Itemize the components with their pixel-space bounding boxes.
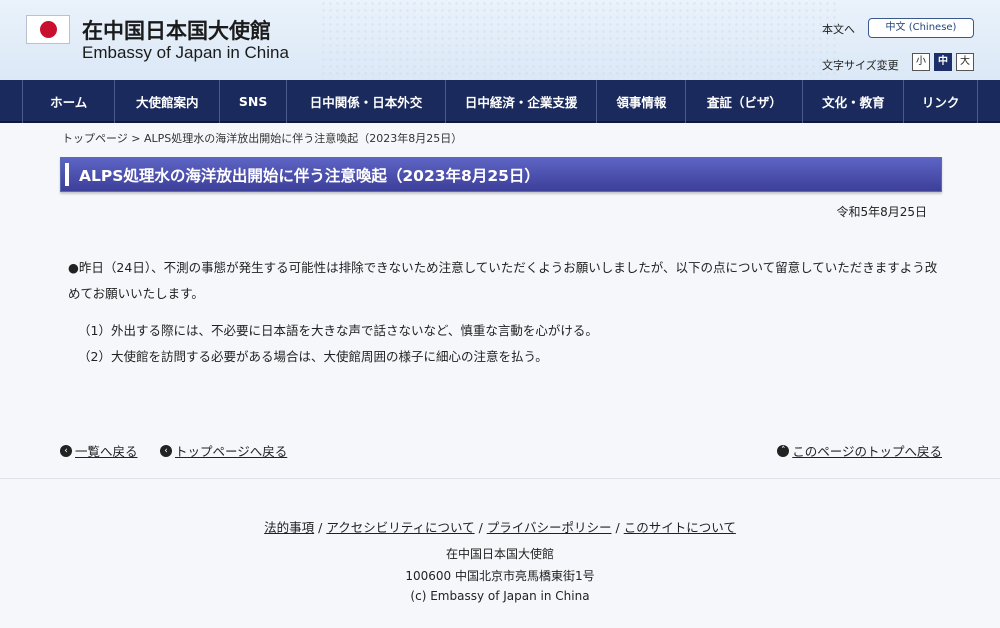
global-nav: ホーム 大使館案内 SNS 日中関係・日本外交 日中経済・企業支援 領事情報 査…	[0, 80, 1000, 123]
notice-list: （1）外出する際には、不必要に日本語を大きな声で話さないなど、慎重な言動を心がけ…	[78, 318, 598, 370]
page-title: ALPS処理水の海洋放出開始に伴う注意喚起（2023年8月25日）	[79, 167, 540, 185]
list-item: （1）外出する際には、不必要に日本語を大きな声で話さないなど、慎重な言動を心がけ…	[78, 323, 598, 338]
breadcrumb-home-link[interactable]: トップページ	[62, 132, 128, 145]
footer-link-about-site[interactable]: このサイトについて	[624, 520, 736, 535]
footer-link-privacy[interactable]: プライバシーポリシー	[487, 520, 612, 535]
nav-home[interactable]: ホーム	[22, 80, 114, 123]
nav-sns[interactable]: SNS	[219, 80, 286, 123]
footer-separator: /	[474, 520, 487, 535]
chevron-up-icon: ˄	[777, 444, 790, 457]
list-item: （2）大使館を訪問する必要がある場合は、大使館周囲の様子に細心の注意を払う。	[78, 349, 548, 364]
japan-flag-icon	[26, 15, 70, 44]
breadcrumb: トップページ > ALPS処理水の海洋放出開始に伴う注意喚起（2023年8月25…	[62, 130, 462, 146]
back-to-top-page-link[interactable]: ‹ トップページへ戻る	[160, 441, 287, 460]
nav-links[interactable]: リンク	[903, 80, 978, 123]
text-size-label: 文字サイズ変更	[822, 59, 899, 72]
page-title-bar: ALPS処理水の海洋放出開始に伴う注意喚起（2023年8月25日）	[60, 157, 942, 192]
text-size-large-button[interactable]: 大	[956, 53, 974, 71]
skip-to-content-link[interactable]: 本文へ	[822, 21, 855, 37]
site-footer: 法的事項 / アクセシビリティについて / プライバシーポリシー / このサイト…	[0, 478, 1000, 628]
nav-embassy-info[interactable]: 大使館案内	[114, 80, 219, 123]
chevron-left-icon: ‹	[160, 444, 172, 457]
footer-separator: /	[314, 520, 327, 535]
back-to-list-link[interactable]: ‹ 一覧へ戻る	[60, 441, 138, 460]
publish-date: 令和5年8月25日	[836, 205, 927, 219]
footer-copyright: (c) Embassy of Japan in China	[410, 589, 590, 603]
site-title-en[interactable]: Embassy of Japan in China	[82, 43, 289, 63]
text-size-small-button[interactable]: 小	[912, 53, 930, 71]
world-map-background	[320, 0, 840, 80]
footer-link-legal[interactable]: 法的事項	[264, 520, 314, 535]
title-accent-bar	[65, 163, 69, 186]
footer-address: 100600 中国北京市亮馬橋東街1号	[405, 569, 595, 583]
back-links: ‹ 一覧へ戻る ‹ トップページへ戻る ˄ このページのトップへ戻る	[60, 441, 942, 461]
site-title-ja[interactable]: 在中国日本国大使館	[82, 15, 271, 45]
notice-paragraph: ●昨日（24日）、不測の事態が発生する可能性は排除できないため注意していただくよ…	[68, 260, 938, 301]
footer-embassy-name: 在中国日本国大使館	[445, 547, 554, 561]
nav-culture-education[interactable]: 文化・教育	[802, 80, 903, 123]
page-top-link[interactable]: ˄ このページのトップへ戻る	[777, 441, 942, 460]
site-header: 在中国日本国大使館 Embassy of Japan in China 本文へ …	[0, 0, 1000, 80]
nav-consular-info[interactable]: 領事情報	[596, 80, 685, 123]
breadcrumb-current: ALPS処理水の海洋放出開始に伴う注意喚起（2023年8月25日）	[144, 132, 463, 145]
chevron-left-icon: ‹	[60, 444, 72, 457]
back-to-top-page-label: トップページへ戻る	[175, 444, 288, 459]
breadcrumb-separator: >	[127, 132, 144, 145]
text-size-medium-button[interactable]: 中	[934, 53, 952, 71]
back-to-list-label: 一覧へ戻る	[75, 444, 138, 459]
footer-links: 法的事項 / アクセシビリティについて / プライバシーポリシー / このサイト…	[0, 517, 1000, 536]
nav-economy-business[interactable]: 日中経済・企業支援	[445, 80, 596, 123]
footer-link-accessibility[interactable]: アクセシビリティについて	[326, 520, 474, 535]
chinese-language-button[interactable]: 中文 (Chinese)	[868, 18, 974, 38]
page-top-label: このページのトップへ戻る	[792, 444, 942, 459]
nav-visa[interactable]: 査証（ビザ）	[685, 80, 802, 123]
nav-japan-china-relations[interactable]: 日中関係・日本外交	[286, 80, 445, 123]
footer-separator: /	[611, 520, 624, 535]
